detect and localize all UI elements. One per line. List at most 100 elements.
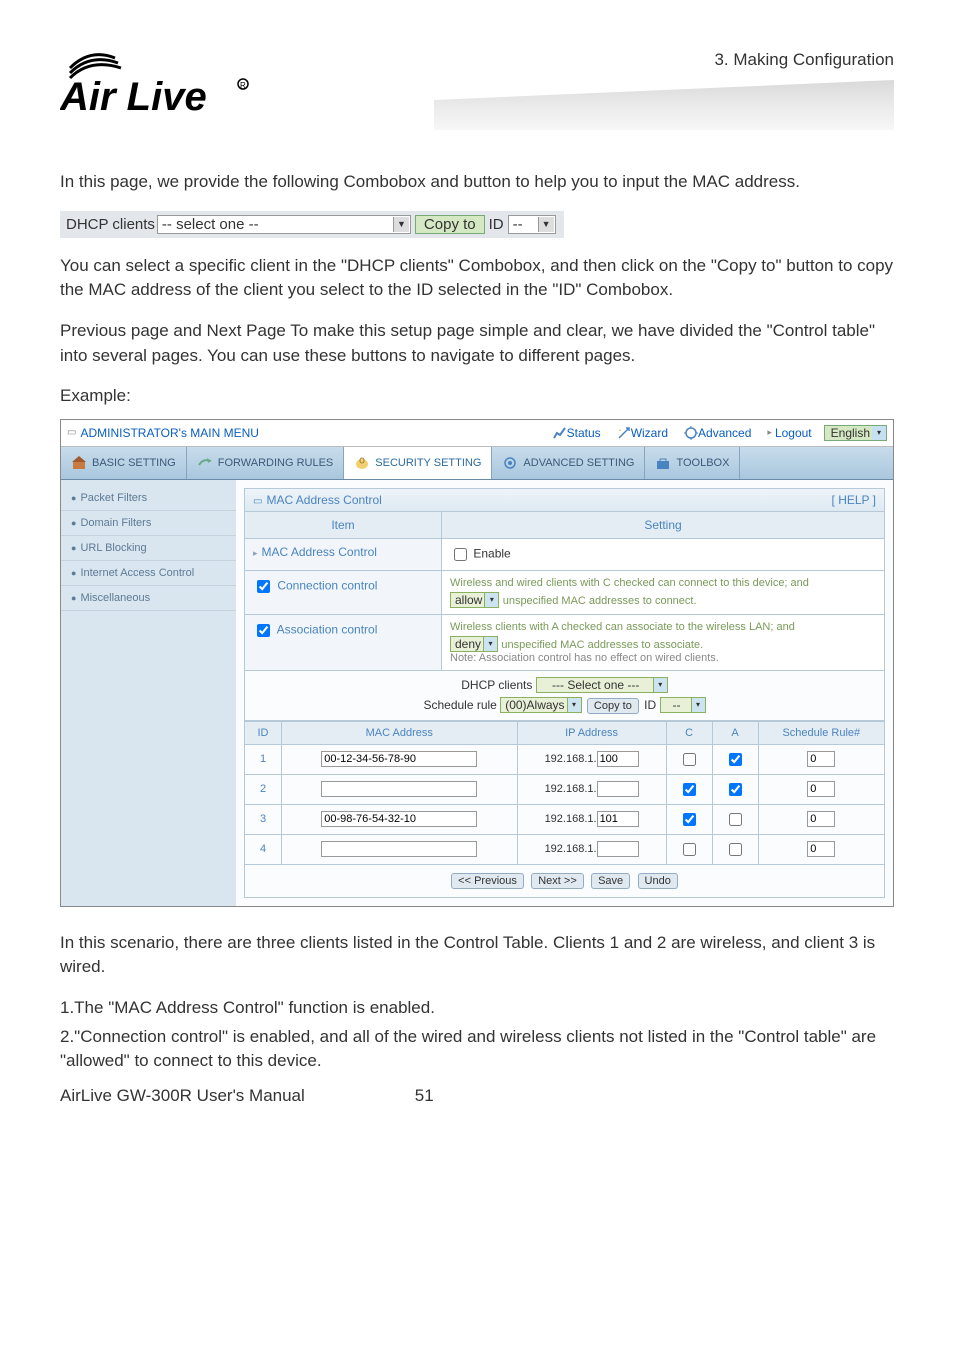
connection-text1: Wireless and wired clients with C checke… [450,577,876,589]
next-button[interactable]: Next >> [531,873,584,889]
chevron-down-icon: ▾ [483,637,497,651]
dhcp-clients-bar: DHCP clients -- select one -- ▼ Copy to … [60,211,564,238]
settings-table: Item Setting ▸MAC Address Control Enable [244,511,885,721]
copy-to-button[interactable]: Copy to [415,215,485,234]
connection-control-checkbox[interactable] [257,580,270,593]
ip-input[interactable] [597,781,639,797]
schedule-rule-select[interactable]: (00)Always▾ [500,697,581,713]
c-checkbox[interactable] [683,753,696,766]
a-checkbox[interactable] [729,843,742,856]
dhcp-clients-label2: DHCP clients [461,678,532,692]
save-button[interactable]: Save [591,873,630,889]
table-row: 3 192.168.1. [245,804,885,834]
row-mac-cell [282,804,518,834]
ip-input[interactable] [597,841,639,857]
schedule-input[interactable] [807,781,835,797]
row-mac-cell [282,744,518,774]
paragraph-3: Previous page and Next Page To make this… [60,319,894,368]
a-checkbox[interactable] [729,783,742,796]
c-checkbox[interactable] [683,813,696,826]
row-id: 3 [245,804,282,834]
admin-menu-title: ADMINISTRATOR's MAIN MENU [80,426,544,440]
mac-input[interactable] [321,751,477,767]
section-header: ▭MAC Address Control [ HELP ] [244,488,885,512]
association-deny-select[interactable]: deny▾ [450,636,498,652]
chevron-down-icon: ▼ [538,217,554,232]
schedule-rule-row: Schedule rule (00)Always▾ Copy to ID --▾ [253,697,876,714]
tab-toolbox-label: TOOLBOX [676,457,729,469]
connection-control-label: Connection control [277,579,377,593]
row-id: 4 [245,834,282,864]
advanced-tab-icon [502,455,518,471]
tab-forwarding[interactable]: FORWARDING RULES [187,447,345,479]
id-select2[interactable]: --▾ [660,697,706,713]
nav-internet-access[interactable]: ●Internet Access Control [61,561,236,586]
schedule-input[interactable] [807,811,835,827]
item-header: Item [245,511,442,538]
nav-packet-filters[interactable]: ●Packet Filters [61,486,236,511]
tab-basic-label: BASIC SETTING [92,457,176,469]
mac-input[interactable] [321,841,477,857]
svg-text:Air Live: Air Live [60,75,207,119]
triangle-right-icon: ▸ [767,427,772,438]
chevron-down-icon: ▾ [653,678,667,692]
col-sched: Schedule Rule# [758,721,884,744]
tab-basic[interactable]: BASIC SETTING [61,447,187,479]
dhcp-clients-select2[interactable]: --- Select one ---▾ [536,677,668,693]
ip-input[interactable] [597,751,639,767]
schedule-input[interactable] [807,751,835,767]
nav-domain-filters[interactable]: ●Domain Filters [61,511,236,536]
scenario-p1: In this scenario, there are three client… [60,931,894,980]
row-ip-cell: 192.168.1. [517,804,666,834]
c-checkbox[interactable] [683,783,696,796]
wizard-link[interactable]: Wizard [609,420,676,446]
connection-allow-select[interactable]: allow▾ [450,592,499,608]
col-ip: IP Address [517,721,666,744]
association-control-checkbox[interactable] [257,624,270,637]
logout-link[interactable]: ▸ Logout [759,420,819,446]
association-text2: unspecified MAC addresses to associate. [501,639,703,651]
c-checkbox[interactable] [683,843,696,856]
id-select-value: -- [513,216,523,233]
language-value: English [831,426,870,440]
tab-toolbox[interactable]: TOOLBOX [645,447,740,479]
left-nav: ●Packet Filters ●Domain Filters ●URL Blo… [61,480,236,906]
a-checkbox[interactable] [729,813,742,826]
mac-input[interactable] [321,811,477,827]
nav-miscellaneous[interactable]: ●Miscellaneous [61,586,236,611]
a-checkbox[interactable] [729,753,742,766]
ip-prefix: 192.168.1. [545,843,597,855]
dhcp-clients-select[interactable]: -- select one -- ▼ [157,215,411,234]
row-id: 2 [245,774,282,804]
nav-url-blocking[interactable]: ●URL Blocking [61,536,236,561]
advanced-text: Advanced [698,426,751,440]
ip-prefix: 192.168.1. [545,753,597,765]
schedule-input[interactable] [807,841,835,857]
dhcp-clients-row: DHCP clients --- Select one ---▾ [253,677,876,693]
id-select[interactable]: -- ▼ [508,215,556,234]
chevron-down-icon: ▾ [691,698,705,712]
status-link[interactable]: Status [545,420,609,446]
enable-checkbox[interactable] [454,548,467,561]
row-mac-cell [282,774,518,804]
chevron-down-icon: ▾ [567,698,581,712]
language-select[interactable]: English ▾ [824,425,887,441]
copy-to-button2[interactable]: Copy to [587,698,639,714]
file-icon: ▭ [67,427,76,438]
ip-input[interactable] [597,811,639,827]
prev-button[interactable]: << Previous [451,873,524,889]
mac-input[interactable] [321,781,477,797]
help-link[interactable]: [ HELP ] [832,493,876,507]
tab-security[interactable]: SECURITY SETTING [344,447,492,479]
undo-button[interactable]: Undo [638,873,678,889]
mac-control-label: ▸MAC Address Control [245,538,442,570]
advanced-link[interactable]: Advanced [676,420,759,446]
mac-table: ID MAC Address IP Address C A Schedule R… [244,721,885,865]
header-swoosh [434,80,894,130]
tab-advanced[interactable]: ADVANCED SETTING [492,447,645,479]
logout-text: Logout [775,426,812,440]
col-c: C [666,721,712,744]
example-label: Example: [60,384,894,409]
footer-left: AirLive GW-300R User's Manual [60,1086,305,1106]
breadcrumb: 3. Making Configuration [714,50,894,70]
